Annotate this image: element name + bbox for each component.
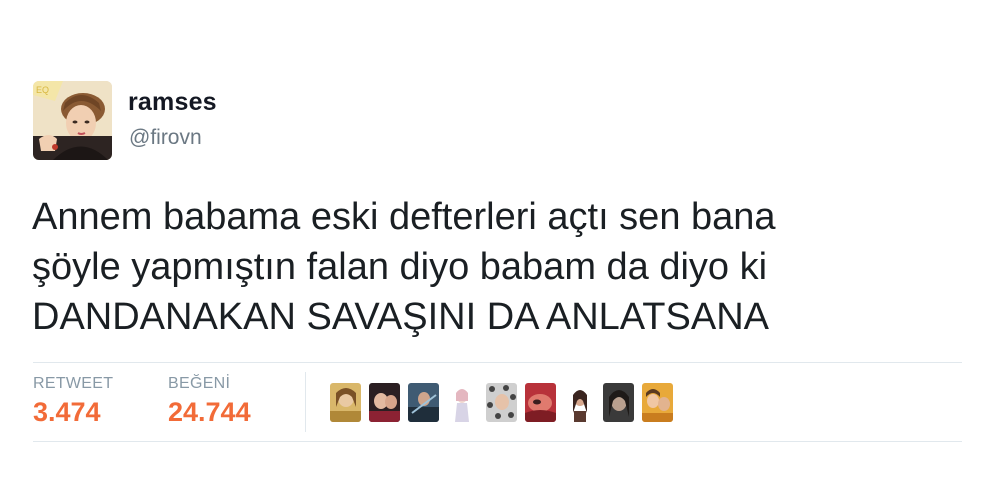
tweet-text: Annem babama eski defterleri açtı sen ba… — [32, 196, 776, 338]
likers-avatars — [330, 383, 673, 422]
divider-top — [33, 362, 962, 363]
retweet-count: 3.474 — [33, 397, 101, 427]
user-avatar[interactable]: EQ — [33, 81, 112, 160]
user-name[interactable]: ramses — [128, 88, 217, 117]
liker-avatar[interactable] — [447, 383, 478, 422]
liker-avatar[interactable] — [330, 383, 361, 422]
like-count: 24.744 — [168, 397, 251, 427]
liker-avatar[interactable] — [525, 383, 556, 422]
liker-avatar[interactable] — [564, 383, 595, 422]
like-label: BEĞENİ — [168, 375, 231, 392]
svg-text:EQ: EQ — [36, 85, 49, 95]
liker-avatar[interactable] — [486, 383, 517, 422]
avatar-image: EQ — [33, 81, 112, 160]
retweet-label: RETWEET — [33, 375, 114, 392]
user-handle[interactable]: @firovn — [129, 126, 202, 150]
liker-avatar[interactable] — [603, 383, 634, 422]
liker-avatar[interactable] — [642, 383, 673, 422]
liker-avatar[interactable] — [369, 383, 400, 422]
liker-avatar[interactable] — [408, 383, 439, 422]
stats-divider — [305, 372, 306, 432]
retweet-stat[interactable]: RETWEET 3.474 — [33, 375, 113, 428]
like-stat[interactable]: BEĞENİ 24.744 — [168, 375, 251, 428]
divider-bottom — [33, 441, 962, 442]
